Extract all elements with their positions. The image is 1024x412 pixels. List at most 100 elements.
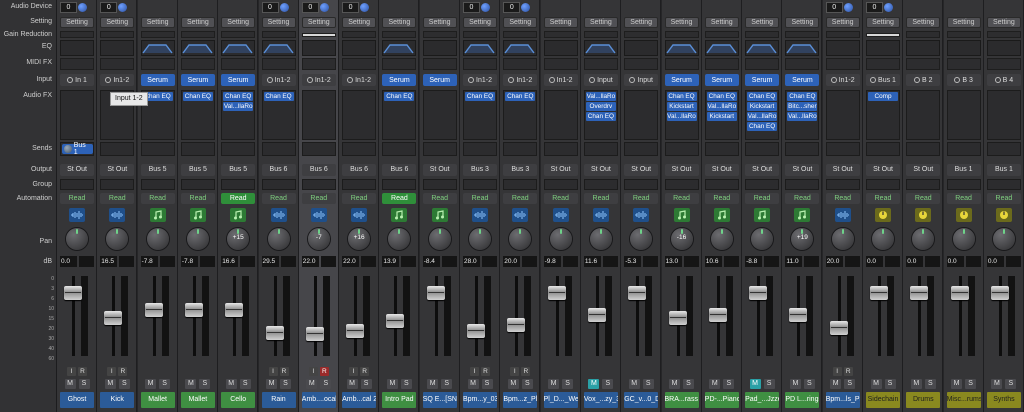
track-name[interactable]: PD L...rings <box>785 392 820 408</box>
track-name[interactable]: Misc...rums <box>946 392 981 408</box>
automation-mode-button[interactable]: Read <box>60 193 94 204</box>
pan-knob-face[interactable] <box>469 228 491 250</box>
input-slot[interactable]: Serum <box>221 74 256 86</box>
solo-button[interactable]: S <box>521 379 533 389</box>
track-name[interactable]: BRA...rass 1 <box>664 392 699 408</box>
pan-knob-face[interactable] <box>952 228 975 250</box>
group-slot[interactable] <box>221 179 256 190</box>
sends-slot[interactable] <box>704 142 739 156</box>
automation-mode-button[interactable]: Read <box>382 193 417 204</box>
input-slot[interactable]: B 4 <box>986 74 1021 86</box>
output-slot[interactable]: St Out <box>100 164 135 176</box>
output-slot[interactable]: St Out <box>624 164 659 176</box>
group-slot[interactable] <box>180 179 215 190</box>
sends-slot[interactable] <box>342 142 377 156</box>
volume-fader[interactable] <box>302 272 336 358</box>
group-slot[interactable] <box>422 179 457 190</box>
input-slot[interactable]: In 1 <box>60 74 94 86</box>
automation-mode-button[interactable]: Read <box>543 193 578 204</box>
sends-slot[interactable] <box>785 142 820 156</box>
automation-mode-button[interactable]: Read <box>624 193 659 204</box>
sends-slot[interactable] <box>543 142 578 156</box>
eq-thumbnail[interactable] <box>180 40 215 56</box>
audio-fx-slots[interactable]: Val...llaRo Overdrv Chan EQ <box>583 90 618 140</box>
eq-thumbnail[interactable] <box>382 40 417 56</box>
fader-cap[interactable] <box>628 285 647 300</box>
solo-button[interactable]: S <box>118 379 130 389</box>
fader-cap[interactable] <box>305 327 324 342</box>
volume-fader[interactable] <box>342 272 376 358</box>
eq-thumbnail[interactable] <box>463 40 497 56</box>
input-slot[interactable]: In1-2 <box>301 74 336 86</box>
gain-knob-icon[interactable] <box>360 3 370 12</box>
mute-button[interactable]: M <box>830 379 842 389</box>
setting-button[interactable]: Setting <box>543 17 578 28</box>
fader-cap[interactable] <box>950 285 969 300</box>
automation-mode-button[interactable]: Read <box>221 193 256 204</box>
sends-slot[interactable] <box>583 142 618 156</box>
volume-fader[interactable] <box>624 272 658 358</box>
output-slot[interactable]: St Out <box>704 164 739 176</box>
volume-fader[interactable] <box>866 272 900 358</box>
audio-fx-plugin[interactable]: Val...llaRo <box>706 102 737 111</box>
automation-mode-button[interactable]: Read <box>342 193 377 204</box>
output-slot[interactable]: Bus 6 <box>301 164 336 176</box>
input-slot[interactable]: In1-2 <box>503 74 538 86</box>
input-slot[interactable]: In1-2 <box>543 74 578 86</box>
audio-fx-slots[interactable]: Chan EQ <box>261 90 296 140</box>
midi-fx-slot[interactable] <box>60 58 94 70</box>
track-name[interactable]: Rain <box>261 392 296 408</box>
setting-button[interactable]: Setting <box>906 17 941 28</box>
automation-mode-button[interactable]: Read <box>100 193 135 204</box>
midi-fx-slot[interactable] <box>221 58 256 70</box>
eq-thumbnail[interactable] <box>60 40 94 56</box>
fader-cap[interactable] <box>829 320 848 335</box>
pan-knob[interactable] <box>141 228 175 254</box>
audio-fx-slots[interactable] <box>986 90 1021 140</box>
solo-button[interactable]: S <box>360 379 372 389</box>
waveform-icon[interactable] <box>834 208 851 222</box>
input-slot[interactable]: In1-2 <box>100 74 135 86</box>
volume-fader[interactable] <box>544 272 578 358</box>
pan-knob-face[interactable] <box>428 228 451 250</box>
audio-fx-plugin[interactable]: Val...llaRo <box>585 92 616 101</box>
audio-fx-slots[interactable]: Chan EQ <box>463 90 497 140</box>
group-slot[interactable] <box>745 179 780 190</box>
gain-knob-icon[interactable] <box>78 3 87 12</box>
pan-knob-face[interactable] <box>146 228 169 250</box>
automation-mode-button[interactable]: Read <box>664 193 699 204</box>
input-slot[interactable]: Serum <box>785 74 820 86</box>
midi-fx-slot[interactable] <box>301 58 336 70</box>
group-slot[interactable] <box>261 179 296 190</box>
solo-button[interactable]: S <box>280 379 291 389</box>
audio-device[interactable]: 0 <box>301 2 336 13</box>
waveform-icon[interactable] <box>270 208 287 222</box>
volume-fader[interactable] <box>705 272 739 358</box>
waveform-icon[interactable] <box>69 208 85 222</box>
audio-fx-slots[interactable] <box>946 90 981 140</box>
audio-fx-slots[interactable] <box>825 90 860 140</box>
audio-fx-slots[interactable]: Chan EQ <box>382 90 417 140</box>
aux-knob-icon[interactable] <box>955 208 972 222</box>
gain-knob-icon[interactable] <box>843 3 853 12</box>
audio-fx-slots[interactable]: Chan EQ Val...llaRo <box>221 90 256 140</box>
audio-fx-slots[interactable]: Chan EQ Bitc...sher Val...llaRo <box>785 90 820 140</box>
music-note-icon[interactable] <box>391 208 408 222</box>
eq-thumbnail[interactable] <box>100 40 135 56</box>
fader-cap[interactable] <box>789 308 808 322</box>
audio-fx-plugin[interactable]: Comp <box>868 92 898 101</box>
audio-fx-plugin[interactable]: Chan EQ <box>223 92 254 101</box>
automation-mode-button[interactable]: Read <box>986 193 1021 204</box>
solo-button[interactable]: S <box>924 379 936 389</box>
pan-knob[interactable] <box>382 228 416 254</box>
sends-slot[interactable] <box>140 142 175 156</box>
fader-cap[interactable] <box>587 308 606 322</box>
volume-fader[interactable] <box>987 272 1021 358</box>
waveform-icon[interactable] <box>512 208 529 222</box>
eq-thumbnail[interactable] <box>664 40 699 56</box>
group-slot[interactable] <box>986 179 1021 190</box>
pan-knob[interactable] <box>866 228 900 254</box>
fader-cap[interactable] <box>184 302 203 317</box>
audio-fx-slots[interactable] <box>422 90 457 140</box>
output-slot[interactable]: Bus 5 <box>140 164 175 176</box>
